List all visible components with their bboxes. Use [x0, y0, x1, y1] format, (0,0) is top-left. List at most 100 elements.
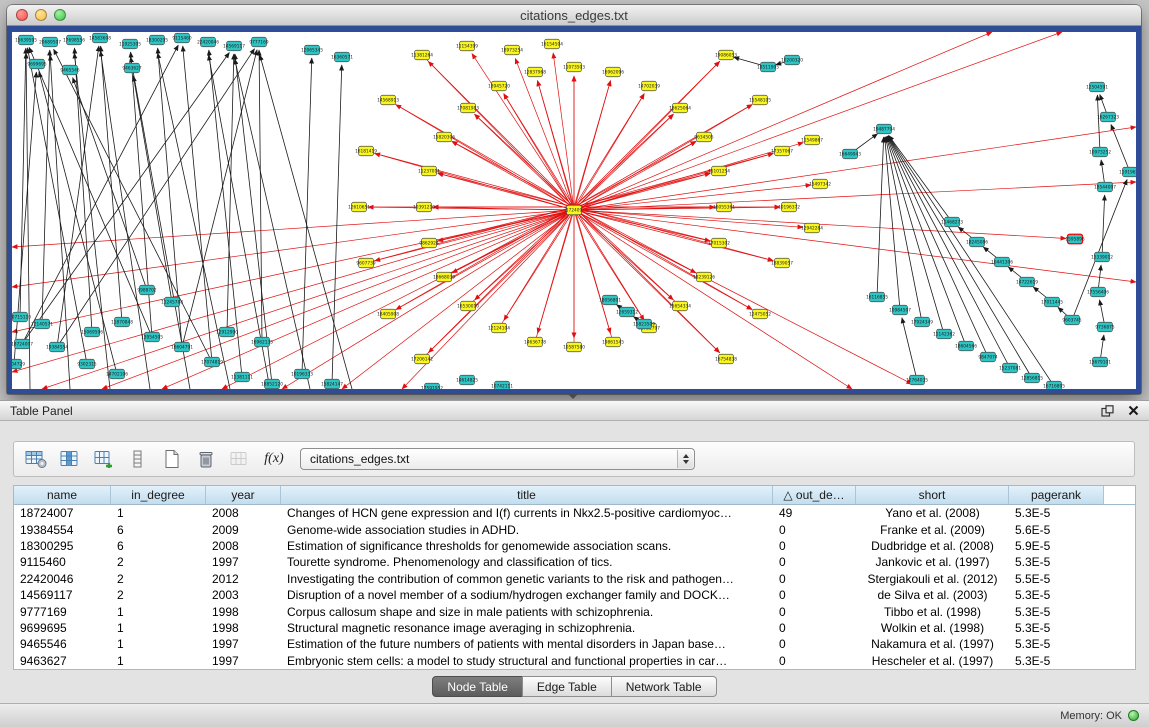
network-node[interactable]: 16154504: [541, 39, 563, 49]
network-node[interactable]: 20689507: [39, 37, 61, 47]
dropdown-stepper-icon[interactable]: [677, 450, 693, 468]
network-node[interactable]: 18239126: [693, 272, 715, 282]
network-node[interactable]: 13679101: [1089, 357, 1111, 367]
network-node[interactable]: 11154399: [456, 41, 478, 51]
network-node[interactable]: 15101254: [708, 166, 730, 176]
network-node[interactable]: 10200320: [781, 55, 803, 65]
table-row[interactable]: 1938455462009Genome-wide association stu…: [14, 521, 1135, 537]
network-node[interactable]: 9302315: [77, 359, 96, 369]
network-node[interactable]: 11468273: [941, 217, 963, 227]
network-node[interactable]: 18544007: [1094, 182, 1116, 192]
network-node[interactable]: 10587580: [563, 342, 585, 352]
network-node[interactable]: 11004729: [12, 359, 25, 369]
network-node[interactable]: 12659312: [616, 307, 638, 317]
network-node[interactable]: 16962135: [251, 337, 273, 347]
column-header-pagerank[interactable]: pagerank: [1009, 486, 1104, 504]
network-node[interactable]: 11237011: [418, 166, 440, 176]
network-node[interactable]: 14614825: [456, 375, 478, 385]
network-node[interactable]: 12837968: [524, 67, 546, 77]
network-node[interactable]: 16962096: [602, 67, 624, 77]
network-node[interactable]: 12942284: [801, 223, 823, 233]
network-node[interactable]: 10391210: [413, 202, 435, 212]
network-node[interactable]: 9463627: [122, 63, 141, 73]
network-node[interactable]: 15339012: [1091, 252, 1113, 262]
network-node[interactable]: 14569117: [223, 41, 245, 51]
float-panel-icon[interactable]: [1101, 405, 1114, 417]
network-node[interactable]: 12912990: [216, 327, 238, 337]
network-node[interactable]: 9862924: [419, 238, 438, 248]
network-node[interactable]: 18852120: [261, 379, 283, 389]
network-node[interactable]: 9607739: [356, 258, 375, 268]
network-node[interactable]: 9634505: [694, 132, 713, 142]
network-node[interactable]: 18839057: [771, 258, 793, 268]
network-node[interactable]: 172409: [566, 205, 583, 215]
network-node[interactable]: 14636778: [524, 337, 546, 347]
column-header-title[interactable]: title: [281, 486, 773, 504]
network-node[interactable]: 12764035: [906, 375, 928, 385]
column-header-name[interactable]: name: [14, 486, 111, 504]
network-node[interactable]: 18511905: [757, 62, 779, 72]
network-node[interactable]: 16716895: [1043, 381, 1065, 389]
row-height-icon[interactable]: [124, 446, 152, 472]
network-node[interactable]: 12504591: [1086, 82, 1108, 92]
network-node[interactable]: 13954505: [141, 332, 163, 342]
network-node[interactable]: 16181419: [355, 146, 377, 156]
delete-entries-icon[interactable]: [192, 446, 220, 472]
network-node[interactable]: 15820306: [433, 132, 455, 142]
network-node[interactable]: 9603745: [1062, 315, 1081, 325]
tab-edge-table[interactable]: Edge Table: [522, 676, 612, 697]
network-node[interactable]: 17357067: [771, 146, 793, 156]
network-node[interactable]: 16055361: [713, 202, 735, 212]
network-node[interactable]: 18405908: [377, 309, 399, 319]
network-node[interactable]: 19487794: [873, 124, 895, 134]
network-node[interactable]: 10984507: [889, 305, 911, 315]
network-node[interactable]: 22420046: [197, 37, 219, 47]
network-node[interactable]: 11073503: [563, 62, 585, 72]
network-node[interactable]: 9465546: [60, 65, 79, 75]
network-node[interactable]: 1595896: [1065, 234, 1084, 244]
network-node[interactable]: 12124104: [488, 323, 510, 333]
network-node[interactable]: 17591952: [421, 383, 443, 389]
network-node[interactable]: 15654334: [669, 301, 691, 311]
network-node[interactable]: 11919622: [1119, 167, 1136, 177]
network-node[interactable]: 18668039: [433, 272, 455, 282]
network-node[interactable]: 9699695: [27, 59, 46, 69]
column-header-year[interactable]: year: [206, 486, 281, 504]
network-node[interactable]: 9115460: [172, 33, 191, 43]
close-panel-icon[interactable]: [1128, 405, 1139, 416]
network-node[interactable]: 12475052: [749, 309, 771, 319]
network-node[interactable]: 15824147: [321, 379, 343, 389]
network-node[interactable]: 12065345: [301, 45, 323, 55]
tab-node-table[interactable]: Node Table: [432, 676, 523, 697]
network-node[interactable]: 12856815: [1021, 373, 1043, 383]
network-node[interactable]: 15639595: [15, 35, 37, 45]
network-node[interactable]: 18245086: [966, 237, 988, 247]
table-row[interactable]: 946554611997Estimation of the future num…: [14, 636, 1135, 652]
network-node[interactable]: 9847074: [978, 352, 997, 362]
table-mode-icon[interactable]: [22, 446, 50, 472]
network-node[interactable]: 16267323: [1097, 112, 1119, 122]
network-node[interactable]: 11381111: [231, 372, 253, 382]
network-node[interactable]: 17924349: [911, 317, 933, 327]
network-node[interactable]: 18973254: [501, 45, 523, 55]
network-node[interactable]: 19086053: [715, 50, 737, 60]
network-node[interactable]: 16116835: [866, 292, 888, 302]
network-node[interactable]: 17011445: [1041, 297, 1063, 307]
edit-table-icon[interactable]: [90, 446, 118, 472]
network-node[interactable]: 14702039: [638, 81, 660, 91]
network-node[interactable]: 9736875: [1095, 322, 1114, 332]
network-node[interactable]: 17556406: [1087, 287, 1109, 297]
network-node[interactable]: 18945720: [488, 81, 510, 91]
network-node[interactable]: 16649943: [839, 149, 861, 159]
network-node[interactable]: 9988702: [137, 285, 156, 295]
new-table-icon[interactable]: [158, 446, 186, 472]
network-node[interactable]: 15497342: [809, 179, 831, 189]
network-node[interactable]: 10196333: [291, 369, 313, 379]
network-node[interactable]: 16530010: [457, 301, 479, 311]
table-row[interactable]: 911546021997Tourette syndrome. Phenomeno…: [14, 554, 1135, 570]
network-node[interactable]: 18300295: [146, 35, 168, 45]
splitter-grip-icon[interactable]: [568, 394, 578, 399]
network-node[interactable]: 10196372: [778, 202, 800, 212]
network-node[interactable]: 18056801: [599, 295, 621, 305]
network-node[interactable]: 11870848: [111, 317, 133, 327]
